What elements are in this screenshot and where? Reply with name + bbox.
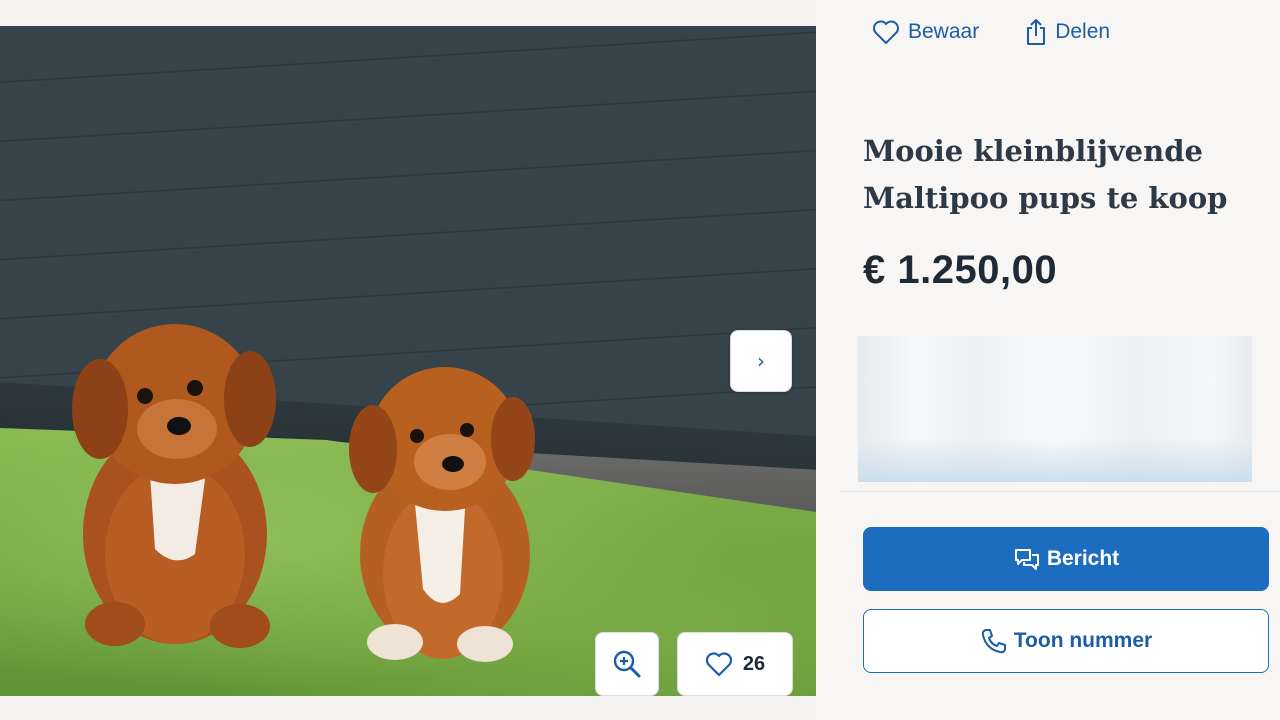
listing-price: € 1.250,00: [863, 248, 1058, 292]
listing-photo[interactable]: › 26: [0, 26, 816, 696]
puppy-right: [349, 367, 535, 662]
show-number-label: Toon nummer: [1013, 629, 1153, 652]
listing-actions: Bewaar Delen: [872, 18, 1110, 46]
favorites-count: 26: [742, 652, 766, 675]
save-button[interactable]: Bewaar: [872, 18, 979, 46]
message-button[interactable]: Bericht: [863, 527, 1269, 591]
next-photo-button[interactable]: ›: [730, 330, 792, 392]
puppy-left: [72, 324, 276, 648]
divider: [840, 491, 1280, 492]
zoom-button[interactable]: [595, 632, 659, 696]
message-label: Bericht: [1046, 547, 1120, 570]
share-label: Delen: [1055, 20, 1111, 43]
listing-sidebar: Bewaar Delen Mooie kleinblijvende Maltip…: [816, 0, 1280, 720]
heart-outline-icon: [873, 20, 899, 44]
share-button[interactable]: Delen: [1025, 18, 1110, 46]
phone-icon: [981, 629, 1006, 654]
heart-icon: [705, 652, 732, 677]
listing-title: Mooie kleinblijvende Maltipoo pups te ko…: [863, 134, 1228, 215]
favorites-count-button[interactable]: 26: [677, 632, 793, 696]
chat-bubbles-icon: [1014, 549, 1039, 570]
save-label: Bewaar: [908, 20, 980, 43]
show-number-button[interactable]: Toon nummer: [863, 609, 1269, 673]
zoom-in-icon: [613, 650, 641, 678]
chevron-right-icon: ›: [757, 349, 765, 373]
blurred-seller-info: [858, 336, 1252, 482]
share-icon: [1027, 19, 1046, 45]
